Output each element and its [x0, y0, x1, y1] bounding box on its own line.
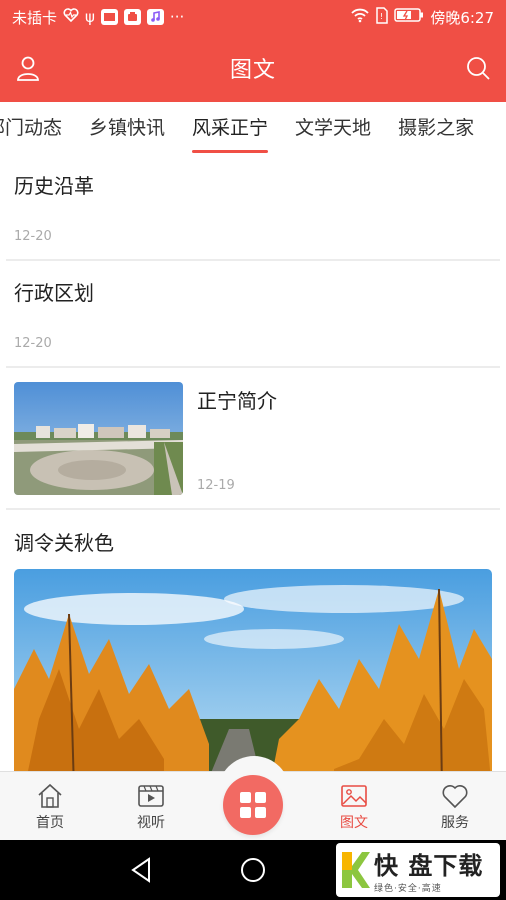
- tab-photography[interactable]: 摄影之家: [398, 102, 474, 154]
- list-item[interactable]: 正宁简介 12-19: [6, 368, 500, 510]
- watermark-logo: 快 盘下载 绿色·安全·高速: [336, 843, 500, 897]
- article-date: 12-20: [14, 229, 52, 244]
- back-icon: [131, 857, 150, 883]
- usb-icon: ψ: [85, 8, 95, 26]
- watermark-tagline: 绿色·安全·高速: [374, 884, 442, 894]
- image-icon: [341, 785, 367, 807]
- svg-text:!: !: [380, 12, 383, 21]
- article-thumbnail: [14, 382, 183, 495]
- video-icon: [138, 785, 164, 807]
- nav-home[interactable]: 首页: [20, 782, 80, 832]
- article-title: 历史沿革: [14, 174, 94, 198]
- center-menu-button[interactable]: [223, 775, 283, 835]
- back-button[interactable]: [126, 854, 158, 886]
- page-title: 图文: [229, 58, 276, 83]
- carrier-text: 未插卡: [12, 8, 58, 27]
- nav-video-label: 视听: [137, 815, 165, 831]
- list-item[interactable]: 调令关秋色: [6, 510, 500, 790]
- article-title: 行政区划: [14, 281, 94, 305]
- list-item[interactable]: 行政区划 12-20: [6, 261, 500, 368]
- app-badge-icon: [100, 9, 118, 25]
- circle-home-icon: [241, 858, 265, 882]
- article-date: 12-20: [14, 336, 52, 351]
- nav-gallery[interactable]: 图文: [324, 782, 384, 832]
- battery-icon: [394, 7, 424, 27]
- app-badge-2-icon: [123, 9, 141, 25]
- category-tabs: 部门动态 乡镇快讯 风采正宁 文学天地 摄影之家: [0, 102, 506, 154]
- nav-services-label: 服务: [441, 815, 469, 831]
- user-button[interactable]: [14, 54, 42, 82]
- app-header: 图文: [0, 34, 506, 102]
- watermark-brand: 快 盘下载: [374, 852, 484, 880]
- home-system-button[interactable]: [237, 854, 269, 886]
- article-title: 调令关秋色: [14, 531, 114, 555]
- clock-text: 傍晚6:27: [430, 8, 494, 27]
- search-button[interactable]: [464, 54, 492, 82]
- user-icon: [17, 56, 39, 81]
- app-root: 未插卡 ψ ··· ! 傍晚6:27 图文 门动态 乡镇快讯 风采正宁 文学天地…: [0, 0, 506, 900]
- article-title: 正宁简介: [197, 389, 277, 413]
- nav-home-label: 首页: [36, 815, 64, 831]
- tab-department-news[interactable]: 部门动态: [0, 102, 62, 154]
- heart-icon: [442, 785, 468, 809]
- tab-zhengning-scenery[interactable]: 风采正宁: [192, 102, 269, 154]
- wifi-icon: [350, 7, 370, 27]
- grid-icon: [240, 792, 266, 818]
- tab-town-news[interactable]: 乡镇快讯: [89, 102, 165, 154]
- heart-rate-icon: [63, 8, 79, 26]
- search-icon: [467, 57, 490, 80]
- nav-gallery-label: 图文: [340, 815, 368, 831]
- list-item[interactable]: 历史沿革 12-20: [6, 154, 500, 261]
- nav-services[interactable]: 服务: [425, 782, 485, 832]
- article-list: 历史沿革 12-20 行政区划 12-20 正宁简介 12-19 调令关秋色: [0, 154, 506, 790]
- status-bar: 未插卡 ψ ··· ! 傍晚6:27: [0, 0, 506, 34]
- nav-video[interactable]: 视听: [121, 782, 181, 832]
- home-icon: [38, 783, 62, 808]
- tab-literature[interactable]: 文学天地: [295, 102, 371, 154]
- sim-icon: !: [376, 6, 389, 28]
- article-date: 12-19: [197, 478, 235, 493]
- more-icon: ···: [169, 8, 185, 26]
- music-icon: [146, 9, 164, 25]
- logo-k-icon: [342, 852, 370, 888]
